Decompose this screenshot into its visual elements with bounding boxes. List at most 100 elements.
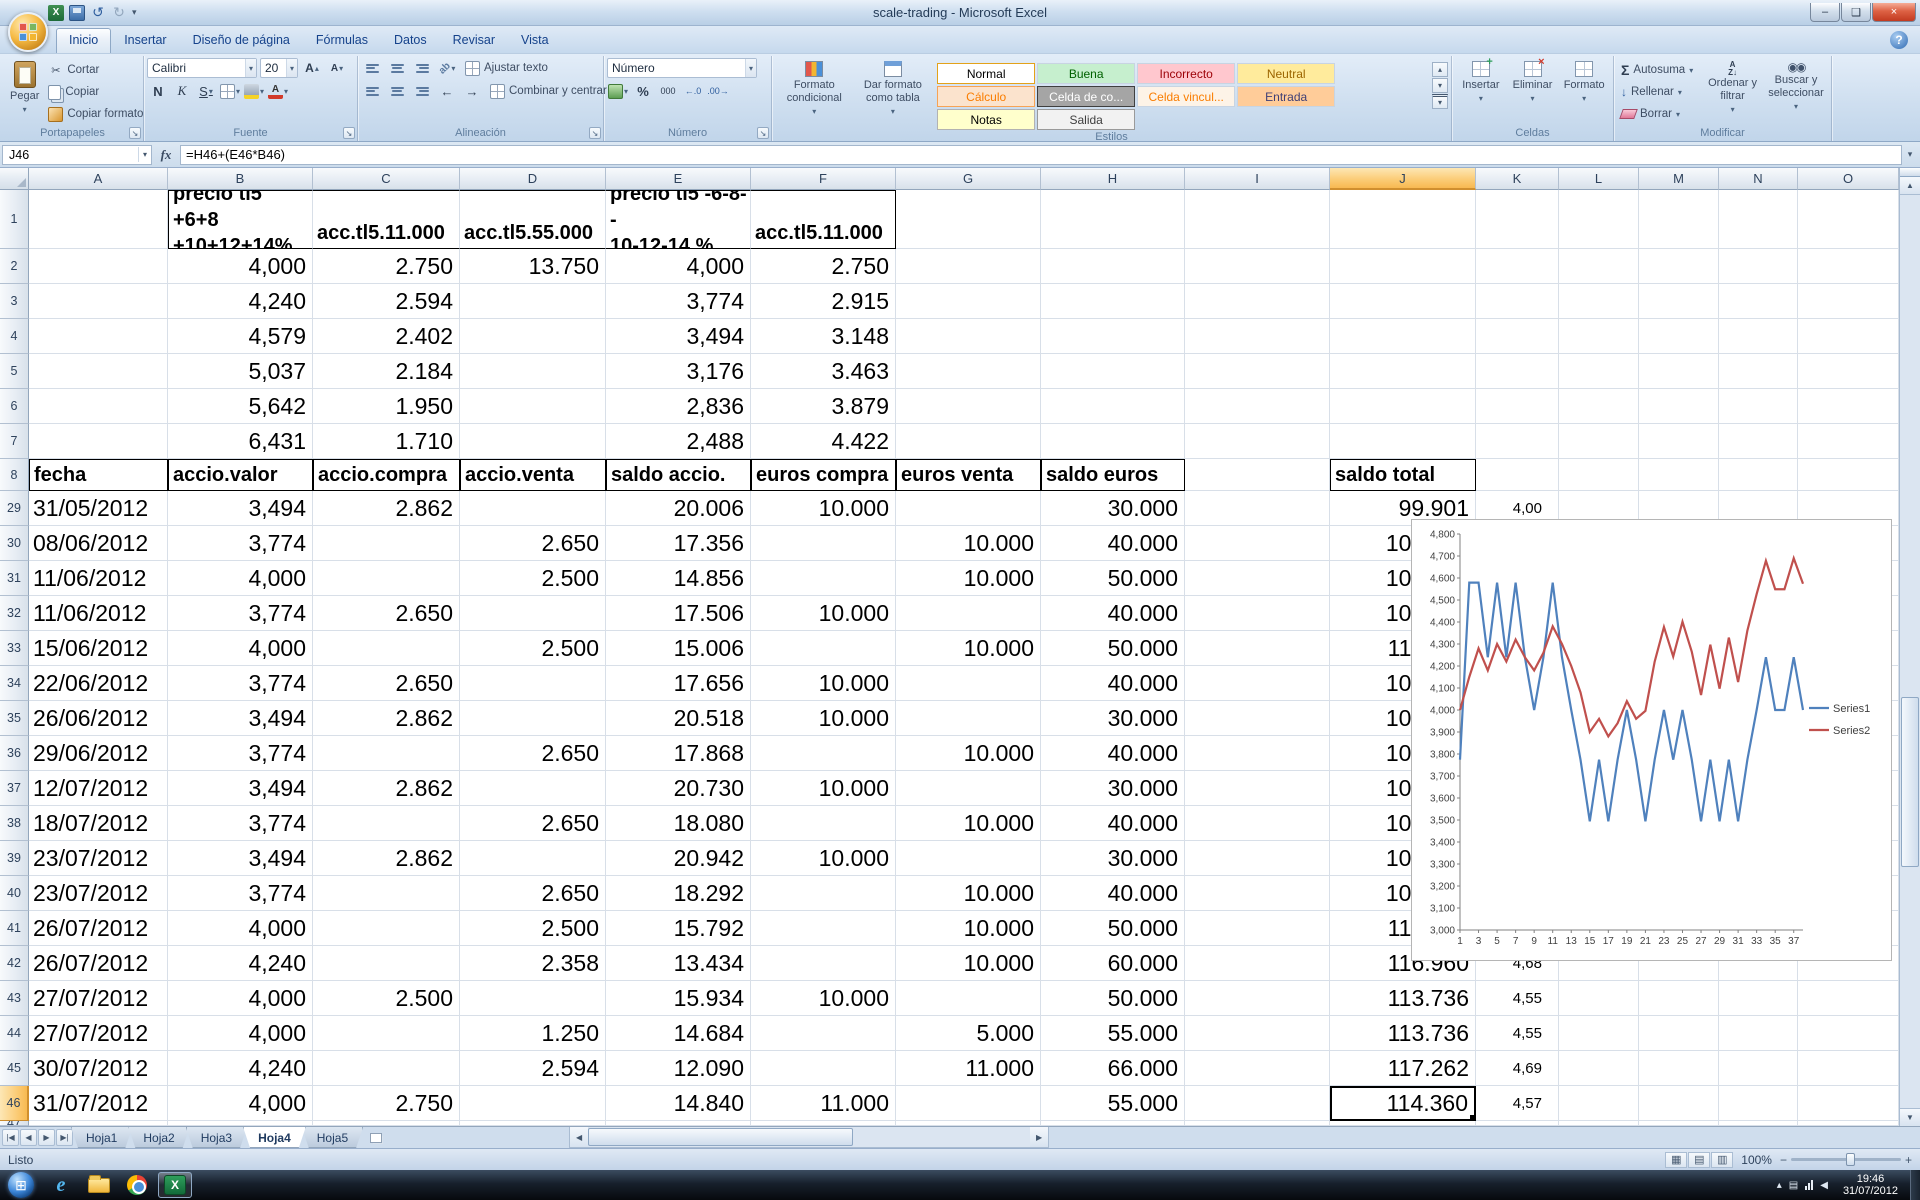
merge-center-button[interactable]: Combinar y centrar▾ (486, 81, 619, 101)
styles-scroll-up-icon[interactable]: ▴ (1432, 62, 1449, 77)
cell-E47[interactable] (606, 1121, 751, 1126)
cell-J43[interactable]: 113.736 (1330, 981, 1476, 1016)
cell-I31[interactable] (1185, 561, 1330, 596)
cell-B40[interactable]: 3,774 (168, 876, 313, 911)
cell-G5[interactable] (896, 354, 1041, 389)
cell-E8[interactable]: saldo accio. (606, 459, 751, 491)
sort-filter-button[interactable]: A Z↓ Ordenar y filtrar ▾ (1701, 58, 1764, 119)
cell-K2[interactable] (1476, 249, 1559, 284)
column-header-C[interactable]: C (313, 168, 460, 190)
cell-G39[interactable] (896, 841, 1041, 876)
cell-I3[interactable] (1185, 284, 1330, 319)
cell-A47[interactable] (29, 1121, 168, 1126)
row-header-34[interactable]: 34 (0, 666, 29, 701)
last-sheet-icon[interactable]: ▶| (56, 1129, 73, 1146)
cell-C42[interactable] (313, 946, 460, 981)
sheet-tab-hoja2[interactable]: Hoja2 (128, 1127, 189, 1148)
column-header-B[interactable]: B (168, 168, 313, 190)
cell-D2[interactable]: 13.750 (460, 249, 606, 284)
cell-D34[interactable] (460, 666, 606, 701)
font-color-button[interactable]: A ▾ (267, 81, 289, 101)
save-icon[interactable] (69, 4, 85, 21)
cell-B41[interactable]: 4,000 (168, 911, 313, 946)
cell-C43[interactable]: 2.500 (313, 981, 460, 1016)
cell-K45[interactable]: 4,69 (1476, 1051, 1559, 1086)
cell-J7[interactable] (1330, 424, 1476, 459)
ribbon-tab-inicio[interactable]: Inicio (56, 28, 112, 53)
cell-E34[interactable]: 17.656 (606, 666, 751, 701)
column-header-J[interactable]: J (1330, 168, 1476, 190)
cell-I38[interactable] (1185, 806, 1330, 841)
column-header-E[interactable]: E (606, 168, 751, 190)
cell-G8[interactable]: euros venta (896, 459, 1041, 491)
font-name-select[interactable]: Calibri ▾ (147, 58, 257, 78)
cell-I41[interactable] (1185, 911, 1330, 946)
cell-H47[interactable] (1041, 1121, 1185, 1126)
cell-C29[interactable]: 2.862 (313, 491, 460, 526)
cell-A36[interactable]: 29/06/2012 (29, 736, 168, 771)
normal-view-icon[interactable]: ▦ (1665, 1151, 1688, 1168)
cell-C33[interactable] (313, 631, 460, 666)
cell-I30[interactable] (1185, 526, 1330, 561)
cell-E2[interactable]: 4,000 (606, 249, 751, 284)
cell-B35[interactable]: 3,494 (168, 701, 313, 736)
cell-A4[interactable] (29, 319, 168, 354)
row-header-3[interactable]: 3 (0, 284, 29, 319)
cell-D4[interactable] (460, 319, 606, 354)
cell-H42[interactable]: 60.000 (1041, 946, 1185, 981)
paste-dropdown-icon[interactable]: ▾ (23, 103, 27, 116)
cell-A34[interactable]: 22/06/2012 (29, 666, 168, 701)
align-top-button[interactable] (361, 58, 383, 78)
cell-B30[interactable]: 3,774 (168, 526, 313, 561)
cell-F42[interactable] (751, 946, 896, 981)
cell-H34[interactable]: 40.000 (1041, 666, 1185, 701)
clear-button[interactable]: Borrar ▾ (1617, 104, 1701, 124)
cell-B44[interactable]: 4,000 (168, 1016, 313, 1051)
cell-C45[interactable] (313, 1051, 460, 1086)
comma-format-button[interactable]: 000 (657, 81, 679, 101)
cell-A39[interactable]: 23/07/2012 (29, 841, 168, 876)
cell-E40[interactable]: 18.292 (606, 876, 751, 911)
cell-A41[interactable]: 26/07/2012 (29, 911, 168, 946)
cell-G30[interactable]: 10.000 (896, 526, 1041, 561)
row-header-43[interactable]: 43 (0, 981, 29, 1016)
cell-D6[interactable] (460, 389, 606, 424)
cell-I6[interactable] (1185, 389, 1330, 424)
cell-G32[interactable] (896, 596, 1041, 631)
cell-O5[interactable] (1798, 354, 1899, 389)
cell-C46[interactable]: 2.750 (313, 1086, 460, 1121)
cell-A42[interactable]: 26/07/2012 (29, 946, 168, 981)
cell-J46[interactable]: 114.360 (1330, 1086, 1476, 1121)
cell-B8[interactable]: accio.valor (168, 459, 313, 491)
row-header-37[interactable]: 37 (0, 771, 29, 806)
format-cells-button[interactable]: Formato ▾ (1558, 58, 1610, 105)
cell-A3[interactable] (29, 284, 168, 319)
cell-style-7[interactable]: Celda vincul... (1137, 86, 1236, 107)
cell-E29[interactable]: 20.006 (606, 491, 751, 526)
cell-F36[interactable] (751, 736, 896, 771)
vertical-scrollbar[interactable]: ▲ ▼ (1899, 168, 1920, 1126)
cell-C2[interactable]: 2.750 (313, 249, 460, 284)
cell-O44[interactable] (1798, 1016, 1899, 1051)
embedded-chart[interactable]: 3,000 3,100 3,200 3,300 3,400 3,500 3,600 3,700… (1411, 519, 1892, 961)
cell-style-5[interactable]: Cálculo (937, 86, 1036, 107)
row-header-33[interactable]: 33 (0, 631, 29, 666)
excel-logo-icon[interactable]: X (48, 4, 64, 21)
cell-A44[interactable]: 27/07/2012 (29, 1016, 168, 1051)
cell-G31[interactable]: 10.000 (896, 561, 1041, 596)
show-desktop-button[interactable] (1910, 1170, 1920, 1200)
cell-J6[interactable] (1330, 389, 1476, 424)
cell-A7[interactable] (29, 424, 168, 459)
formula-bar-expand-icon[interactable]: ▾ (1902, 145, 1918, 165)
cell-C35[interactable]: 2.862 (313, 701, 460, 736)
cell-D46[interactable] (460, 1086, 606, 1121)
cell-J3[interactable] (1330, 284, 1476, 319)
vertical-scroll-thumb[interactable] (1901, 697, 1919, 868)
cell-I34[interactable] (1185, 666, 1330, 701)
cell-J5[interactable] (1330, 354, 1476, 389)
cell-M2[interactable] (1639, 249, 1719, 284)
cell-L46[interactable] (1559, 1086, 1639, 1121)
scroll-left-icon[interactable]: ◀ (570, 1127, 589, 1147)
cell-H4[interactable] (1041, 319, 1185, 354)
cell-B1[interactable]: precio tl5 +6+8 +10+12+14% (168, 190, 313, 249)
